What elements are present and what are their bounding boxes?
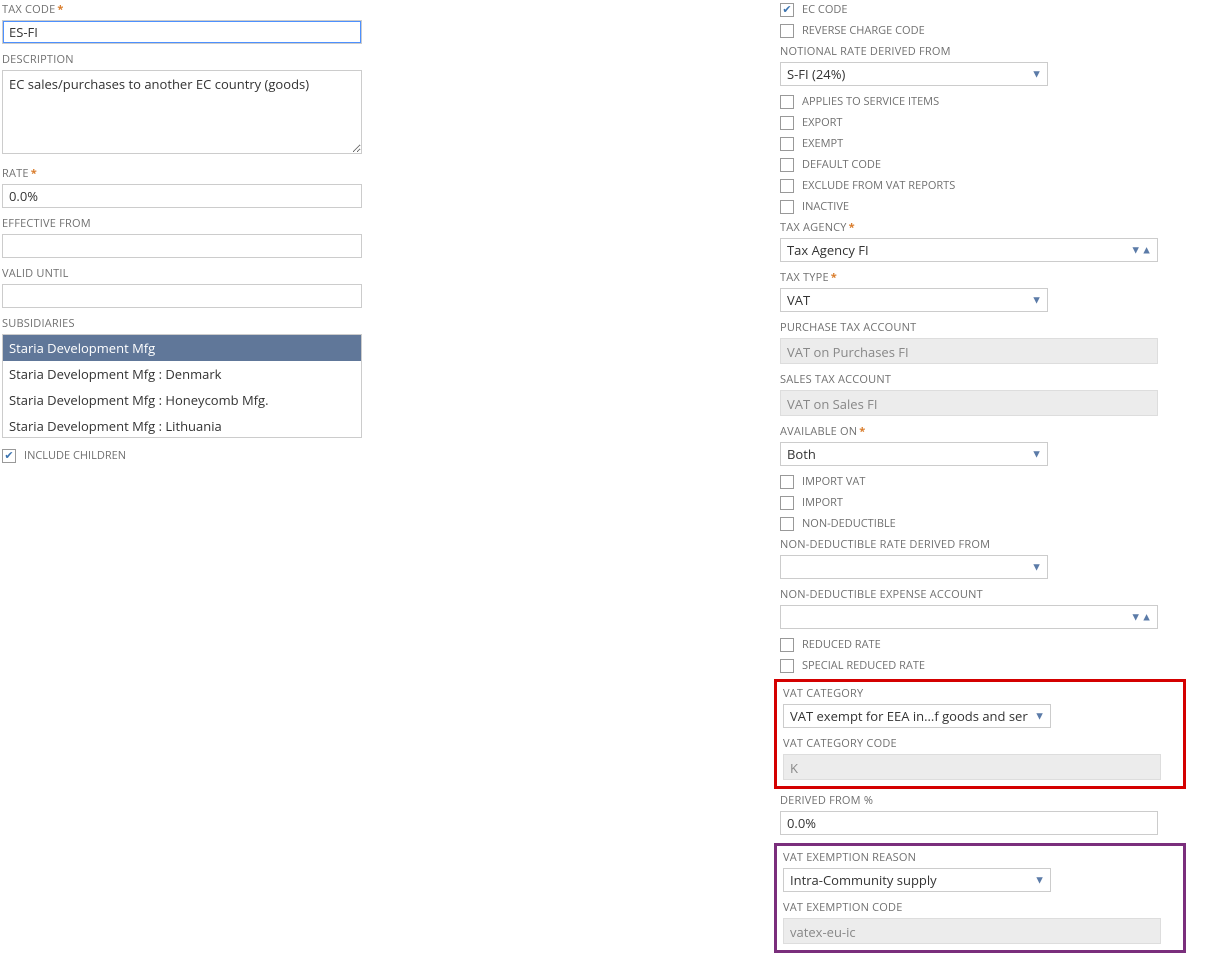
tax-agency-select[interactable]: ▼▲ [780,238,1158,262]
vat-category-label: VAT CATEGORY [783,686,1177,701]
list-item[interactable]: Staria Development Mfg [3,335,361,361]
nd-rate-from-select[interactable]: ▼ [780,555,1048,579]
tax-code-input[interactable] [2,20,362,44]
import-label: IMPORT [802,495,843,510]
nd-rate-from-label: NON-DEDUCTIBLE RATE DERIVED FROM [780,537,1180,552]
import-vat-label: IMPORT VAT [802,474,865,489]
vat-exemption-reason-label: VAT EXEMPTION REASON [783,850,1177,865]
applies-service-checkbox[interactable] [780,95,794,109]
derived-from-pct-input[interactable] [780,811,1158,835]
rate-input[interactable] [2,184,362,208]
subsidiaries-listbox[interactable]: Staria Development Mfg Staria Developmen… [2,334,362,438]
tax-agency-label: TAX AGENCY* [780,220,1180,235]
sales-tax-account-label: SALES TAX ACCOUNT [780,372,1180,387]
reverse-charge-checkbox[interactable] [780,24,794,38]
vat-category-select[interactable]: ▼ [783,704,1051,728]
exempt-checkbox[interactable] [780,137,794,151]
description-label: DESCRIPTION [2,52,362,67]
effective-from-label: EFFECTIVE FROM [2,216,362,231]
vat-exemption-reason-select[interactable]: ▼ [783,868,1051,892]
ec-code-checkbox[interactable] [780,3,794,17]
special-reduced-label: SPECIAL REDUCED RATE [802,658,925,673]
ec-code-label: EC CODE [802,2,847,17]
sales-tax-account-value: VAT on Sales FI [780,390,1158,416]
tax-code-label: TAX CODE* [2,2,362,17]
default-code-checkbox[interactable] [780,158,794,172]
exclude-vat-checkbox[interactable] [780,179,794,193]
vat-exemption-code-label: VAT EXEMPTION CODE [783,900,1177,915]
list-item[interactable]: Staria Development Mfg : Denmark [3,361,361,387]
valid-until-input[interactable] [2,284,362,308]
purchase-tax-account-value: VAT on Purchases FI [780,338,1158,364]
vat-category-code-label: VAT CATEGORY CODE [783,736,1177,751]
reduced-rate-label: REDUCED RATE [802,637,881,652]
applies-service-label: APPLIES TO SERVICE ITEMS [802,94,939,109]
list-item[interactable]: Staria Development Mfg : Honeycomb Mfg. [3,387,361,413]
import-vat-checkbox[interactable] [780,475,794,489]
nd-expense-account-label: NON-DEDUCTIBLE EXPENSE ACCOUNT [780,587,1180,602]
non-deductible-label: NON-DEDUCTIBLE [802,516,896,531]
tax-type-select[interactable]: ▼ [780,288,1048,312]
purchase-tax-account-label: PURCHASE TAX ACCOUNT [780,320,1180,335]
derived-from-pct-label: DERIVED FROM % [780,793,1180,808]
export-checkbox[interactable] [780,116,794,130]
vat-exemption-highlight: VAT EXEMPTION REASON ▼ VAT EXEMPTION COD… [774,843,1186,953]
vat-exemption-code-value: vatex-eu-ic [783,918,1161,944]
notional-rate-label: NOTIONAL RATE DERIVED FROM [780,44,1180,59]
subsidiaries-label: SUBSIDIARIES [2,316,362,331]
vat-category-highlight: VAT CATEGORY ▼ VAT CATEGORY CODE K [774,679,1186,789]
available-on-select[interactable]: ▼ [780,442,1048,466]
export-label: EXPORT [802,115,843,130]
nd-expense-account-select[interactable]: ▼▲ [780,605,1158,629]
include-children-checkbox[interactable] [2,449,16,463]
description-textarea[interactable]: EC sales/purchases to another EC country… [2,70,362,154]
tax-type-label: TAX TYPE* [780,270,1180,285]
special-reduced-checkbox[interactable] [780,659,794,673]
default-code-label: DEFAULT CODE [802,157,881,172]
include-children-label: INCLUDE CHILDREN [24,448,126,463]
reduced-rate-checkbox[interactable] [780,638,794,652]
non-deductible-checkbox[interactable] [780,517,794,531]
exclude-vat-label: EXCLUDE FROM VAT REPORTS [802,178,955,193]
rate-label: RATE* [2,166,362,181]
inactive-checkbox[interactable] [780,200,794,214]
list-item[interactable]: Staria Development Mfg : Lithuania [3,413,361,438]
vat-category-code-value: K [783,754,1161,780]
valid-until-label: VALID UNTIL [2,266,362,281]
available-on-label: AVAILABLE ON* [780,424,1180,439]
exempt-label: EXEMPT [802,136,843,151]
effective-from-input[interactable] [2,234,362,258]
import-checkbox[interactable] [780,496,794,510]
reverse-charge-label: REVERSE CHARGE CODE [802,23,925,38]
notional-rate-select[interactable]: ▼ [780,62,1048,86]
inactive-label: INACTIVE [802,199,849,214]
